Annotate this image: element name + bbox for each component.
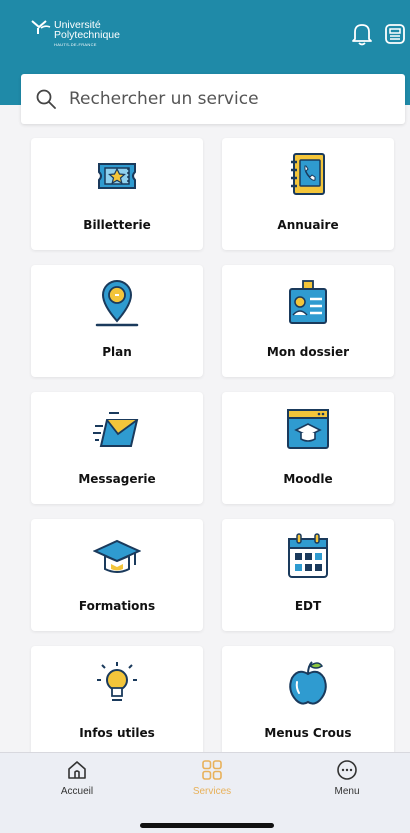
service-label: Formations: [78, 599, 156, 613]
service-card-billetterie[interactable]: Billetterie: [31, 138, 203, 250]
service-label: Moodle: [283, 472, 333, 486]
bottom-tab-bar: Accueil Services Menu: [0, 752, 410, 833]
university-logo: Université Polytechnique HAUTS-DE-FRANCE: [30, 17, 150, 53]
service-card-infos-utiles[interactable]: Infos utiles: [31, 646, 203, 758]
grid-icon: [202, 760, 222, 780]
phonebook-icon: [291, 153, 325, 195]
service-card-annuaire[interactable]: Annuaire: [222, 138, 394, 250]
tab-label: Services: [192, 786, 232, 797]
tab-services[interactable]: Services: [172, 759, 252, 803]
tab-menu[interactable]: Menu: [307, 759, 387, 803]
search-icon: [36, 89, 56, 109]
tab-label: Accueil: [60, 786, 94, 797]
bell-icon[interactable]: [351, 22, 373, 46]
service-label: Messagerie: [78, 472, 156, 486]
map-pin-icon: [95, 280, 139, 327]
service-label: Annuaire: [277, 218, 339, 232]
service-card-menus-crous[interactable]: Menus Crous: [222, 646, 394, 758]
service-card-plan[interactable]: Plan: [31, 265, 203, 377]
service-label: Billetterie: [83, 218, 151, 232]
mail-icon: [93, 412, 139, 447]
lightbulb-icon: [97, 662, 137, 701]
moodle-browser-icon: [287, 409, 329, 449]
calendar-icon: [288, 533, 328, 578]
service-label: Plan: [102, 345, 132, 359]
more-circle-icon: [337, 760, 357, 780]
service-card-moodle[interactable]: Moodle: [222, 392, 394, 504]
home-icon: [68, 761, 86, 779]
tab-accueil[interactable]: Accueil: [37, 759, 117, 803]
apple-icon: [289, 661, 327, 705]
service-card-edt[interactable]: EDT: [222, 519, 394, 631]
ticket-icon: [98, 163, 136, 189]
newspaper-icon[interactable]: [384, 22, 406, 46]
service-label: Mon dossier: [266, 345, 350, 359]
search-bar[interactable]: [21, 74, 405, 124]
service-card-mon-dossier[interactable]: Mon dossier: [222, 265, 394, 377]
tab-label: Menu: [334, 786, 360, 797]
logo-line3: HAUTS-DE-FRANCE: [54, 42, 97, 47]
service-card-messagerie[interactable]: Messagerie: [31, 392, 203, 504]
logo-line2: Polytechnique: [54, 29, 120, 41]
id-badge-icon: [289, 280, 327, 324]
service-label: Menus Crous: [264, 726, 352, 740]
service-card-formations[interactable]: Formations: [31, 519, 203, 631]
service-label: EDT: [294, 599, 322, 613]
logo-mark-icon: [31, 20, 51, 34]
graduation-cap-icon: [93, 539, 141, 573]
service-label: Infos utiles: [79, 726, 155, 740]
search-input[interactable]: [69, 74, 394, 124]
home-indicator[interactable]: [140, 823, 274, 828]
